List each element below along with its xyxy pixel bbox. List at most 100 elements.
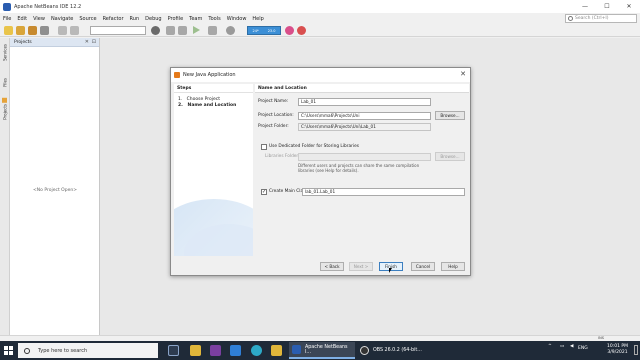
profile-icon[interactable] <box>226 26 235 35</box>
tab-files[interactable]: Files <box>1 78 9 87</box>
main-class-field[interactable]: lab_01.Lab_01 <box>302 188 465 196</box>
open-project-icon[interactable] <box>28 26 37 35</box>
tab-services[interactable]: Services <box>1 44 9 61</box>
steps-header: Steps <box>174 84 253 93</box>
browse-libraries-button: Browse... <box>435 152 465 161</box>
projects-panel-header: Projects ✕ ⊡ <box>10 38 99 47</box>
next-button: Next > <box>349 262 373 271</box>
menu-window[interactable]: Window <box>227 16 247 22</box>
insert-mode-indicator: INS <box>598 336 604 340</box>
browse-location-button[interactable]: Browse... <box>435 111 465 120</box>
redo-icon[interactable] <box>70 26 79 35</box>
configuration-select[interactable] <box>90 26 146 35</box>
create-main-class-checkbox[interactable]: ✓ <box>261 189 267 195</box>
tab-projects[interactable]: Projects <box>1 98 9 120</box>
step-name-and-location: 2. Name and Location <box>178 103 236 108</box>
project-name-field[interactable]: Lab_01 <box>298 98 431 106</box>
netbeans-dialog-icon <box>174 72 180 78</box>
chrome-browser-icon[interactable] <box>271 345 282 356</box>
window-title: Apache NetBeans IDE 12.2 <box>14 3 82 10</box>
maximize-button[interactable]: ☐ <box>596 0 618 13</box>
menu-edit[interactable]: Edit <box>17 16 27 22</box>
libraries-note-line-2: libraries (see Help for details). <box>298 168 359 173</box>
screenshot-icon[interactable] <box>285 26 294 35</box>
menu-team[interactable]: Team <box>189 16 202 22</box>
help-button[interactable]: Help <box>441 262 465 271</box>
minimize-button[interactable]: — <box>574 0 596 13</box>
dialog-title-bar: New Java Application <box>171 68 470 82</box>
dialog-close-button[interactable]: ✕ <box>460 70 466 78</box>
taskbar-search-box[interactable]: Type here to search <box>18 343 158 358</box>
build-hammer-icon[interactable] <box>166 26 175 35</box>
network-icon[interactable]: ▭ <box>560 344 564 349</box>
language-indicator[interactable]: ENG <box>578 346 588 351</box>
outlook-icon[interactable] <box>230 345 241 356</box>
step-label: Choose Project <box>186 97 221 102</box>
windows-start-icon[interactable] <box>4 346 13 355</box>
taskbar-item-obs[interactable]: OBS 26.0.2 (64-bit... <box>357 342 423 359</box>
new-java-application-dialog: New Java Application ✕ Steps 1. Choose P… <box>170 67 471 276</box>
menu-view[interactable]: View <box>33 16 45 22</box>
menu-navigate[interactable]: Navigate <box>51 16 73 22</box>
menu-help[interactable]: Help <box>252 16 263 22</box>
notification-icon[interactable] <box>634 345 638 355</box>
dedicated-folder-label: Use Dedicated Folder for Storing Librari… <box>269 144 359 149</box>
task-view-icon[interactable] <box>168 345 179 356</box>
netbeans-app-icon <box>3 2 11 11</box>
show-hidden-icons[interactable]: ^ <box>548 344 552 349</box>
mouse-cursor-icon <box>389 268 392 273</box>
dialog-button-bar: < Back Next > Finish Cancel Help <box>171 256 470 276</box>
projects-close-icon[interactable]: ✕ <box>85 39 89 45</box>
file-explorer-icon[interactable] <box>190 345 201 356</box>
new-file-icon[interactable] <box>4 26 13 35</box>
close-window-button[interactable]: ✕ <box>618 0 640 13</box>
taskbar-clock[interactable]: 10:01 PM 3/9/2021 <box>607 344 628 356</box>
no-project-message: <No Project Open> <box>33 188 77 193</box>
projects-panel: Projects ✕ ⊡ <No Project Open> <box>10 38 100 335</box>
step-number: 1. <box>178 97 183 102</box>
tab-projects-label: Projects <box>2 104 8 120</box>
undo-icon[interactable] <box>58 26 67 35</box>
search-placeholder: Search (Ctrl+I) <box>575 16 609 21</box>
step-choose-project: 1. Choose Project <box>178 97 220 102</box>
project-folder-field: C:\Users\mma6\Projects\Uni\Lab_01 <box>298 123 431 131</box>
new-project-icon[interactable] <box>16 26 25 35</box>
window-title-bar: Apache NetBeans IDE 12.2 — ☐ ✕ <box>0 0 640 13</box>
run-icon[interactable] <box>193 26 200 34</box>
tab-services-label: Services <box>2 44 8 61</box>
menu-bar: File Edit View Navigate Source Refactor … <box>0 13 640 24</box>
projects-maximize-icon[interactable]: ⊡ <box>92 39 96 45</box>
debug-icon[interactable] <box>208 26 217 35</box>
projects-panel-title: Projects <box>14 39 32 45</box>
save-all-icon[interactable] <box>40 26 49 35</box>
memory-gc-widget[interactable]: 24* 23.0 <box>247 26 281 35</box>
gc-icon[interactable] <box>297 26 306 35</box>
project-location-field[interactable]: C:\Users\mma6\Projects\Uni <box>298 112 431 120</box>
menu-tools[interactable]: Tools <box>208 16 220 22</box>
projects-tab-icon <box>2 98 8 103</box>
cancel-button[interactable]: Cancel <box>411 262 435 271</box>
config-gear-icon[interactable] <box>151 26 160 35</box>
menu-profile[interactable]: Profile <box>168 16 184 22</box>
volume-icon[interactable]: ◀ <box>570 344 573 349</box>
tab-files-label: Files <box>2 78 8 87</box>
libraries-folder-label: Libraries Folder: <box>265 154 300 159</box>
menu-run[interactable]: Run <box>130 16 140 22</box>
menu-source[interactable]: Source <box>79 16 96 22</box>
dedicated-folder-checkbox[interactable] <box>261 144 267 150</box>
menu-refactor[interactable]: Refactor <box>103 16 124 22</box>
taskbar-item-netbeans[interactable]: Apache NetBeans I... <box>289 342 355 359</box>
edge-browser-icon[interactable] <box>251 345 262 356</box>
menu-debug[interactable]: Debug <box>145 16 161 22</box>
memory-left: 24* <box>252 28 259 33</box>
netbeans-task-icon <box>292 345 301 354</box>
clock-date: 3/9/2021 <box>607 350 628 355</box>
search-input[interactable]: Search (Ctrl+I) <box>565 14 637 23</box>
clean-build-icon[interactable] <box>178 26 187 35</box>
dialog-title: New Java Application <box>183 72 236 78</box>
back-button[interactable]: < Back <box>320 262 344 271</box>
app-pinned-icon[interactable] <box>210 345 221 356</box>
menu-file[interactable]: File <box>3 16 11 22</box>
windows-taskbar: Type here to search Apache NetBeans I...… <box>0 341 640 360</box>
taskbar-item-label: Apache NetBeans I... <box>304 344 348 355</box>
